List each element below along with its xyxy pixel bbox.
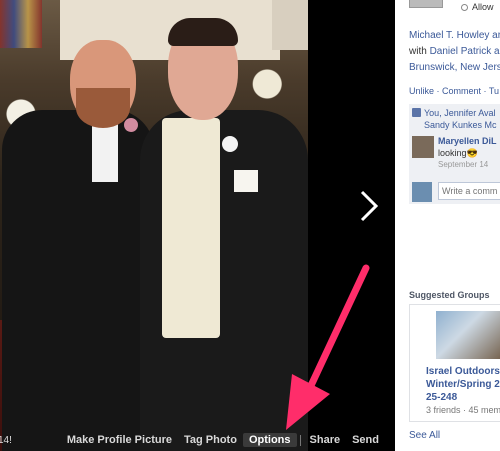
photo-action-bar: 14! Make Profile Picture Tag Photo Optio…	[0, 430, 395, 451]
groom-vest	[162, 118, 220, 338]
write-comment-row	[412, 180, 500, 204]
avatar	[412, 182, 432, 202]
chevron-right-icon	[360, 190, 379, 222]
photo	[0, 0, 308, 451]
with-label: with	[409, 46, 427, 57]
next-photo-button[interactable]	[356, 188, 384, 224]
group-name[interactable]: Israel Outdoors / Winter/Spring 20 25-24…	[426, 365, 500, 404]
location-link[interactable]: Brunswick, New Jers	[409, 60, 500, 76]
photo-sidebar: Allow Michael T. Howley ar with Daniel P…	[395, 0, 500, 451]
thumbs-up-icon	[412, 108, 421, 117]
groom-hair	[168, 18, 238, 46]
suggested-group-card[interactable]: Israel Outdoors / Winter/Spring 20 25-24…	[409, 304, 500, 422]
tag-photo-button[interactable]: Tag Photo	[178, 433, 243, 447]
suggested-groups-title: Suggested Groups	[409, 290, 490, 300]
radio-icon	[461, 4, 468, 11]
photo-viewer: 14! Make Profile Picture Tag Photo Optio…	[0, 0, 395, 451]
group-name-line-2: Winter/Spring 20	[426, 379, 500, 390]
thumbnail	[409, 0, 443, 8]
privacy-option[interactable]: Allow	[461, 2, 494, 12]
post-with-line: with Daniel Patrick a	[409, 44, 500, 60]
groomsman-shirt	[92, 122, 118, 182]
see-all-link[interactable]: See All	[409, 430, 440, 441]
boutonniere-pink	[124, 118, 138, 132]
privacy-label: Allow	[472, 2, 494, 12]
avatar[interactable]	[412, 136, 434, 158]
group-name-line-1: Israel Outdoors /	[426, 366, 500, 377]
groomsman-body	[2, 110, 154, 451]
comment-input[interactable]	[438, 182, 500, 200]
group-name-line-3: 25-248	[426, 392, 458, 403]
pocket-square	[234, 170, 258, 192]
likes-summary: You, Jennifer Aval Sandy Kunkes Mc	[412, 107, 497, 131]
divider	[299, 434, 301, 446]
groomsman-beard	[76, 88, 130, 128]
send-button[interactable]: Send	[346, 433, 385, 447]
window-light	[272, 0, 308, 50]
share-button[interactable]: Share	[304, 433, 347, 447]
likes-line-1[interactable]: You, Jennifer Aval	[424, 108, 496, 118]
make-profile-picture-button[interactable]: Make Profile Picture	[61, 433, 178, 447]
likes-line-2[interactable]: Sandy Kunkes Mc	[424, 120, 497, 130]
comment-author[interactable]: Maryellen DiL	[438, 136, 497, 146]
boutonniere-white	[222, 136, 238, 152]
post-author-line[interactable]: Michael T. Howley ar	[409, 28, 500, 44]
options-button[interactable]: Options	[242, 433, 297, 447]
tagged-friend-link[interactable]: Daniel Patrick a	[430, 46, 500, 57]
group-image[interactable]	[436, 311, 500, 359]
group-meta: 3 friends · 45 mem	[426, 405, 500, 415]
comment-text: looking😎	[438, 148, 478, 158]
comment-timestamp[interactable]: September 14	[438, 160, 488, 169]
photo-counter: 14!	[0, 435, 12, 446]
stained-glass-window	[0, 0, 42, 48]
comment: Maryellen DiL looking😎 September 14	[412, 136, 500, 170]
post-actions[interactable]: Unlike · Comment · Tu	[409, 86, 499, 96]
